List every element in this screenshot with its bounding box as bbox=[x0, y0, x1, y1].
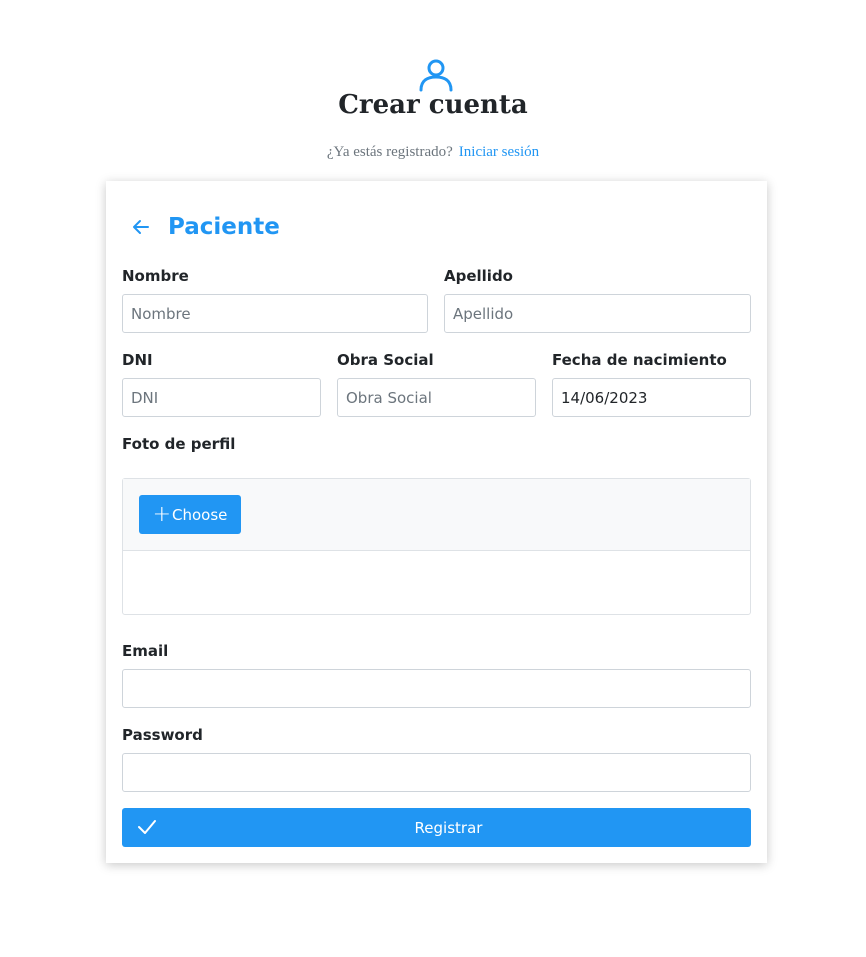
card-title: Paciente bbox=[168, 214, 280, 240]
login-link[interactable]: Iniciar sesión bbox=[459, 144, 539, 160]
login-question: ¿Ya estás registrado? bbox=[326, 144, 453, 160]
login-prompt: ¿Ya estás registrado? Iniciar sesión bbox=[0, 144, 866, 161]
dni-input[interactable] bbox=[122, 378, 321, 417]
user-icon bbox=[419, 59, 453, 92]
email-input[interactable] bbox=[122, 669, 751, 708]
email-label: Email bbox=[122, 642, 169, 660]
nombre-label: Nombre bbox=[122, 267, 189, 285]
upload-toolbar: + Choose bbox=[123, 479, 750, 551]
choose-label: Choose bbox=[172, 505, 228, 524]
obra-social-input[interactable] bbox=[337, 378, 536, 417]
foto-label: Foto de perfil bbox=[122, 435, 236, 453]
upload-dropzone[interactable] bbox=[123, 551, 750, 615]
card-header: Paciente bbox=[130, 214, 280, 240]
choose-button[interactable]: + Choose bbox=[139, 495, 241, 534]
apellido-input[interactable] bbox=[444, 294, 751, 333]
password-input[interactable] bbox=[122, 753, 751, 792]
file-upload: + Choose bbox=[122, 478, 751, 615]
password-label: Password bbox=[122, 726, 203, 744]
fecha-nacimiento-label: Fecha de nacimiento bbox=[552, 351, 727, 369]
dni-label: DNI bbox=[122, 351, 153, 369]
fecha-nacimiento-input[interactable] bbox=[552, 378, 751, 417]
apellido-label: Apellido bbox=[444, 267, 513, 285]
register-card: Paciente Nombre Apellido DNI Obra Social… bbox=[106, 181, 767, 863]
arrow-left-icon[interactable] bbox=[130, 216, 152, 238]
register-label: Registrar bbox=[414, 819, 483, 837]
obra-social-label: Obra Social bbox=[337, 351, 434, 369]
nombre-input[interactable] bbox=[122, 294, 428, 333]
page-title: Crear cuenta bbox=[338, 90, 528, 120]
register-button[interactable]: Registrar bbox=[122, 808, 751, 847]
plus-icon: + bbox=[152, 501, 172, 527]
